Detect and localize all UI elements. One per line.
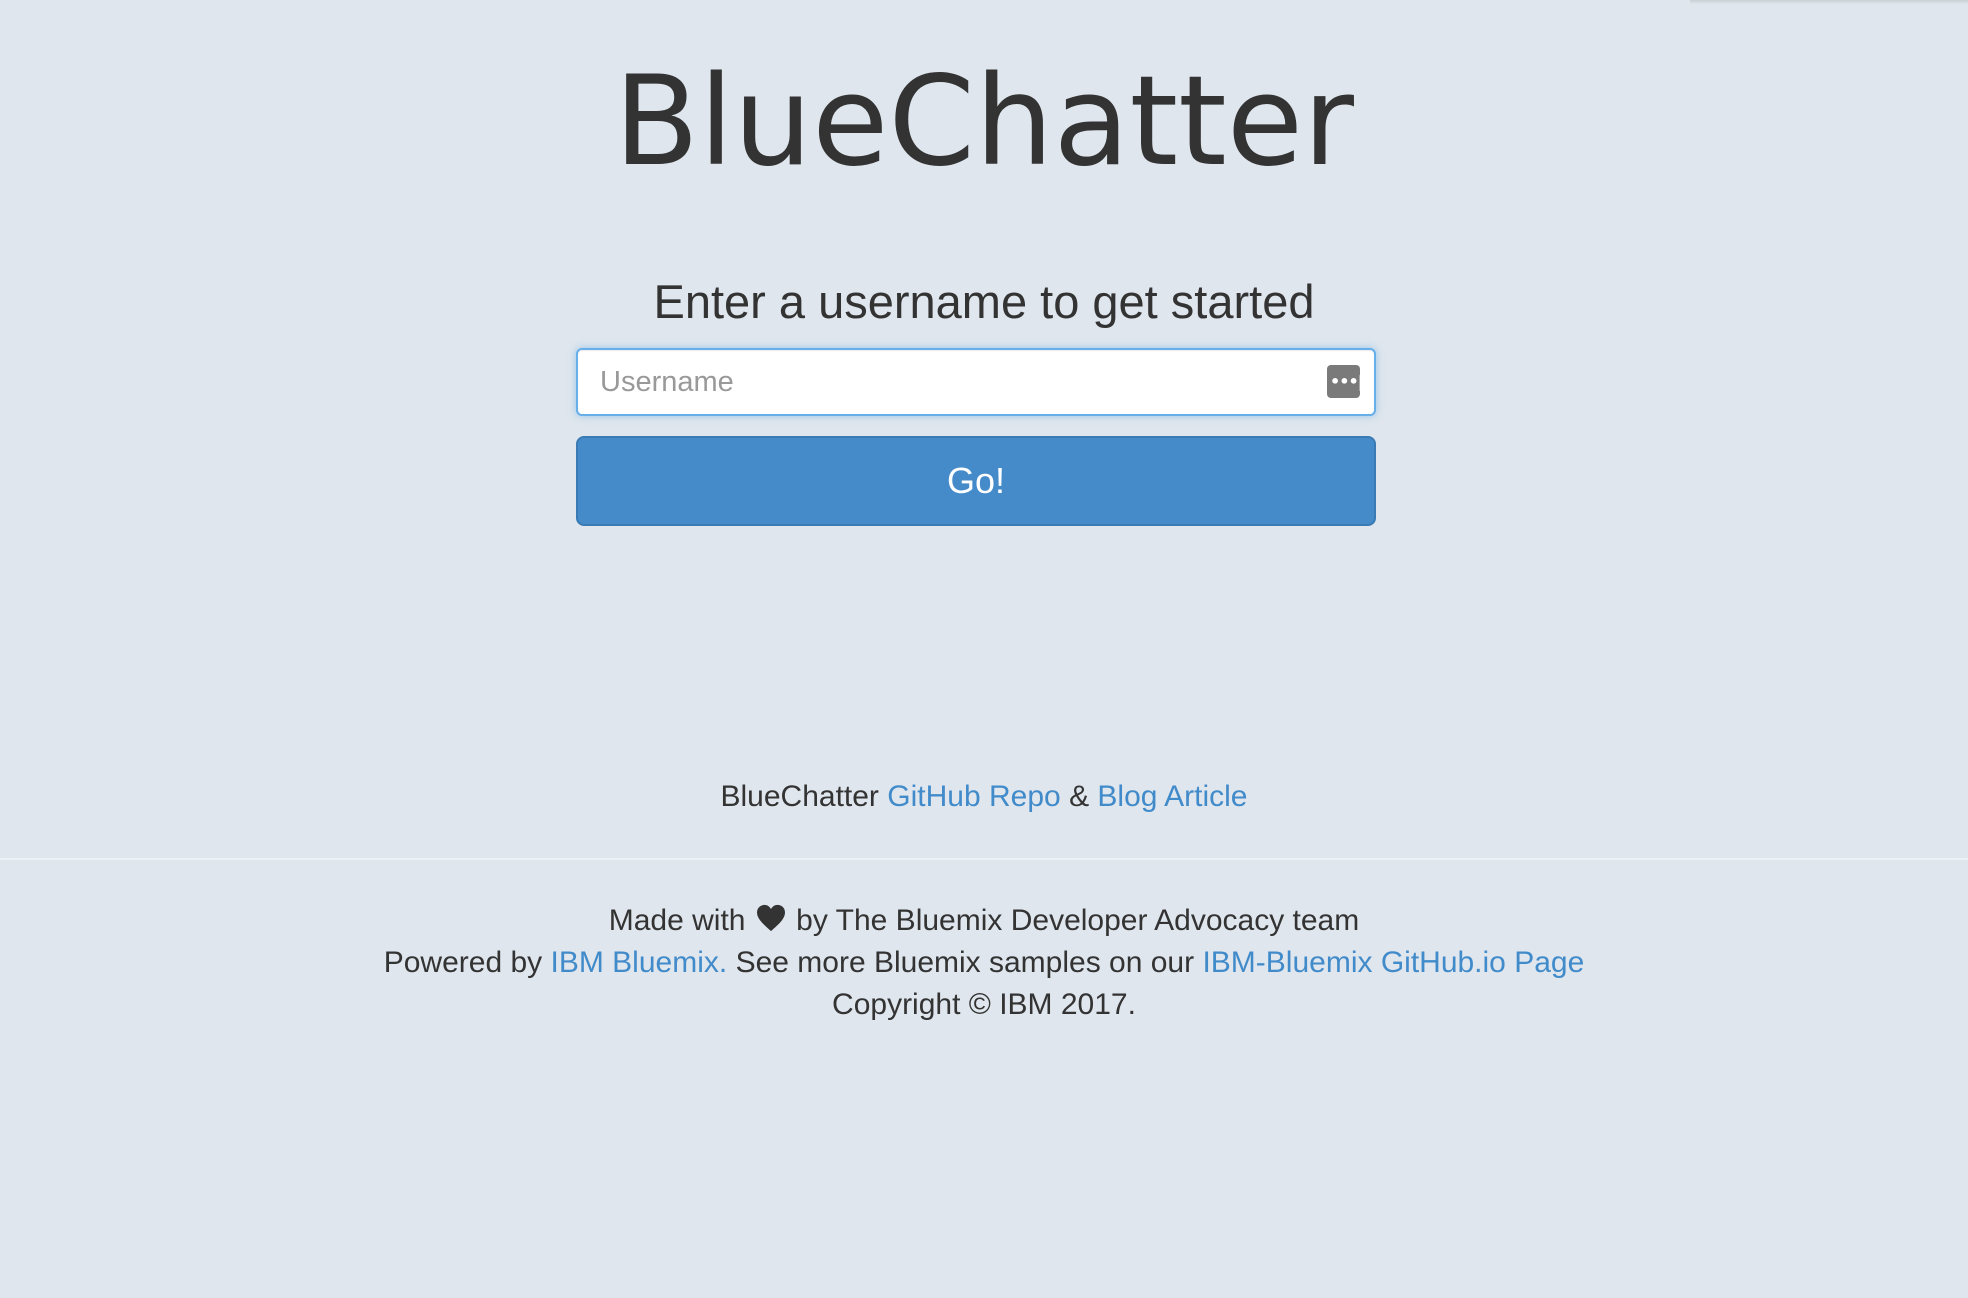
- footer-powered-by-line: Powered by IBM Bluemix. See more Bluemix…: [0, 942, 1968, 984]
- footer-divider: [0, 858, 1968, 860]
- see-more-text: See more Bluemix samples on our: [735, 946, 1195, 979]
- github-repo-link[interactable]: GitHub Repo: [887, 780, 1060, 813]
- repo-links: BlueChatter GitHub Repo & Blog Article: [0, 776, 1968, 818]
- window-corner-shadow: [1690, 0, 1968, 4]
- made-with-text: Made with: [608, 904, 746, 937]
- login-prompt: Enter a username to get started: [653, 275, 1315, 328]
- blog-article-link[interactable]: Blog Article: [1097, 780, 1247, 813]
- app-title: BlueChatter: [613, 50, 1355, 194]
- by-team-text: by The Bluemix Developer Advocacy team: [796, 904, 1360, 937]
- footer-made-with-line: Made with by The Bluemix Developer Advoc…: [0, 900, 1968, 942]
- username-input[interactable]: [578, 350, 1298, 414]
- repo-links-prefix: BlueChatter: [720, 780, 879, 813]
- ibm-bluemix-link[interactable]: IBM Bluemix.: [551, 946, 728, 979]
- github-io-page-link[interactable]: IBM-Bluemix GitHub.io Page: [1202, 946, 1584, 979]
- username-field[interactable]: •••|: [576, 348, 1376, 416]
- heart-icon: [756, 904, 785, 932]
- repo-links-separator: &: [1069, 780, 1090, 813]
- powered-by-text: Powered by: [383, 946, 543, 979]
- go-button[interactable]: Go!: [576, 436, 1376, 526]
- copyright-text: Copyright © IBM 2017.: [832, 988, 1136, 1021]
- footer: Made with by The Bluemix Developer Advoc…: [0, 900, 1968, 1026]
- keychain-icon[interactable]: •••|: [1327, 365, 1364, 398]
